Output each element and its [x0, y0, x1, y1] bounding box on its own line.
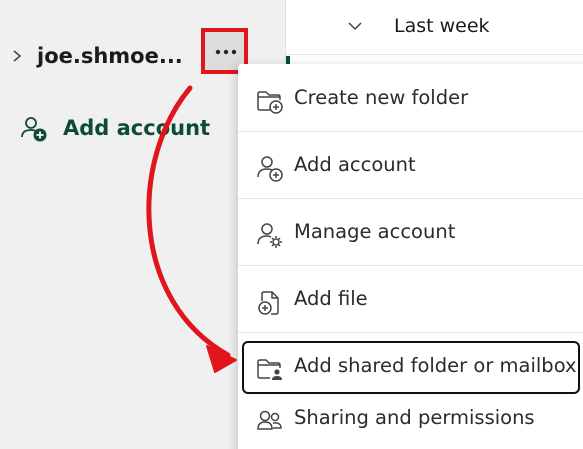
menu-item-add-file[interactable]: Add file	[238, 267, 583, 333]
menu-item-label: Add file	[294, 287, 368, 310]
menu-item-manage-account[interactable]: Manage account	[238, 200, 583, 266]
menu-item-label: Manage account	[294, 220, 456, 243]
menu-item-label: Add account	[294, 153, 416, 176]
chevron-right-icon[interactable]	[10, 49, 24, 63]
menu-item-create-new-folder[interactable]: Create new folder	[238, 66, 583, 132]
highlight-box	[242, 341, 580, 394]
chevron-down-icon[interactable]	[347, 20, 363, 32]
menu-divider	[238, 265, 583, 266]
person-add-icon	[257, 156, 283, 182]
outlook-window: joe.shmoe... Add account Last week Creat…	[0, 0, 583, 449]
person-settings-icon	[257, 223, 282, 248]
menu-item-add-account[interactable]: Add account	[238, 133, 583, 199]
more-horizontal-icon	[215, 49, 237, 55]
document-add-icon	[258, 291, 279, 315]
group-header-label: Last week	[394, 15, 490, 37]
menu-divider	[238, 198, 583, 199]
add-account-label: Add account	[63, 116, 211, 140]
add-account-link[interactable]: Add account	[20, 112, 260, 148]
people-icon	[257, 410, 282, 430]
menu-item-label: Create new folder	[294, 86, 469, 109]
folder-add-icon	[257, 91, 283, 114]
person-add-icon	[21, 117, 47, 142]
menu-divider	[238, 332, 583, 333]
menu-item-sharing-and-permissions[interactable]: Sharing and permissions	[238, 386, 583, 449]
account-name: joe.shmoe...	[37, 44, 183, 68]
menu-item-label: Sharing and permissions	[294, 406, 535, 429]
menu-divider	[238, 131, 583, 132]
group-header[interactable]: Last week	[286, 0, 583, 55]
